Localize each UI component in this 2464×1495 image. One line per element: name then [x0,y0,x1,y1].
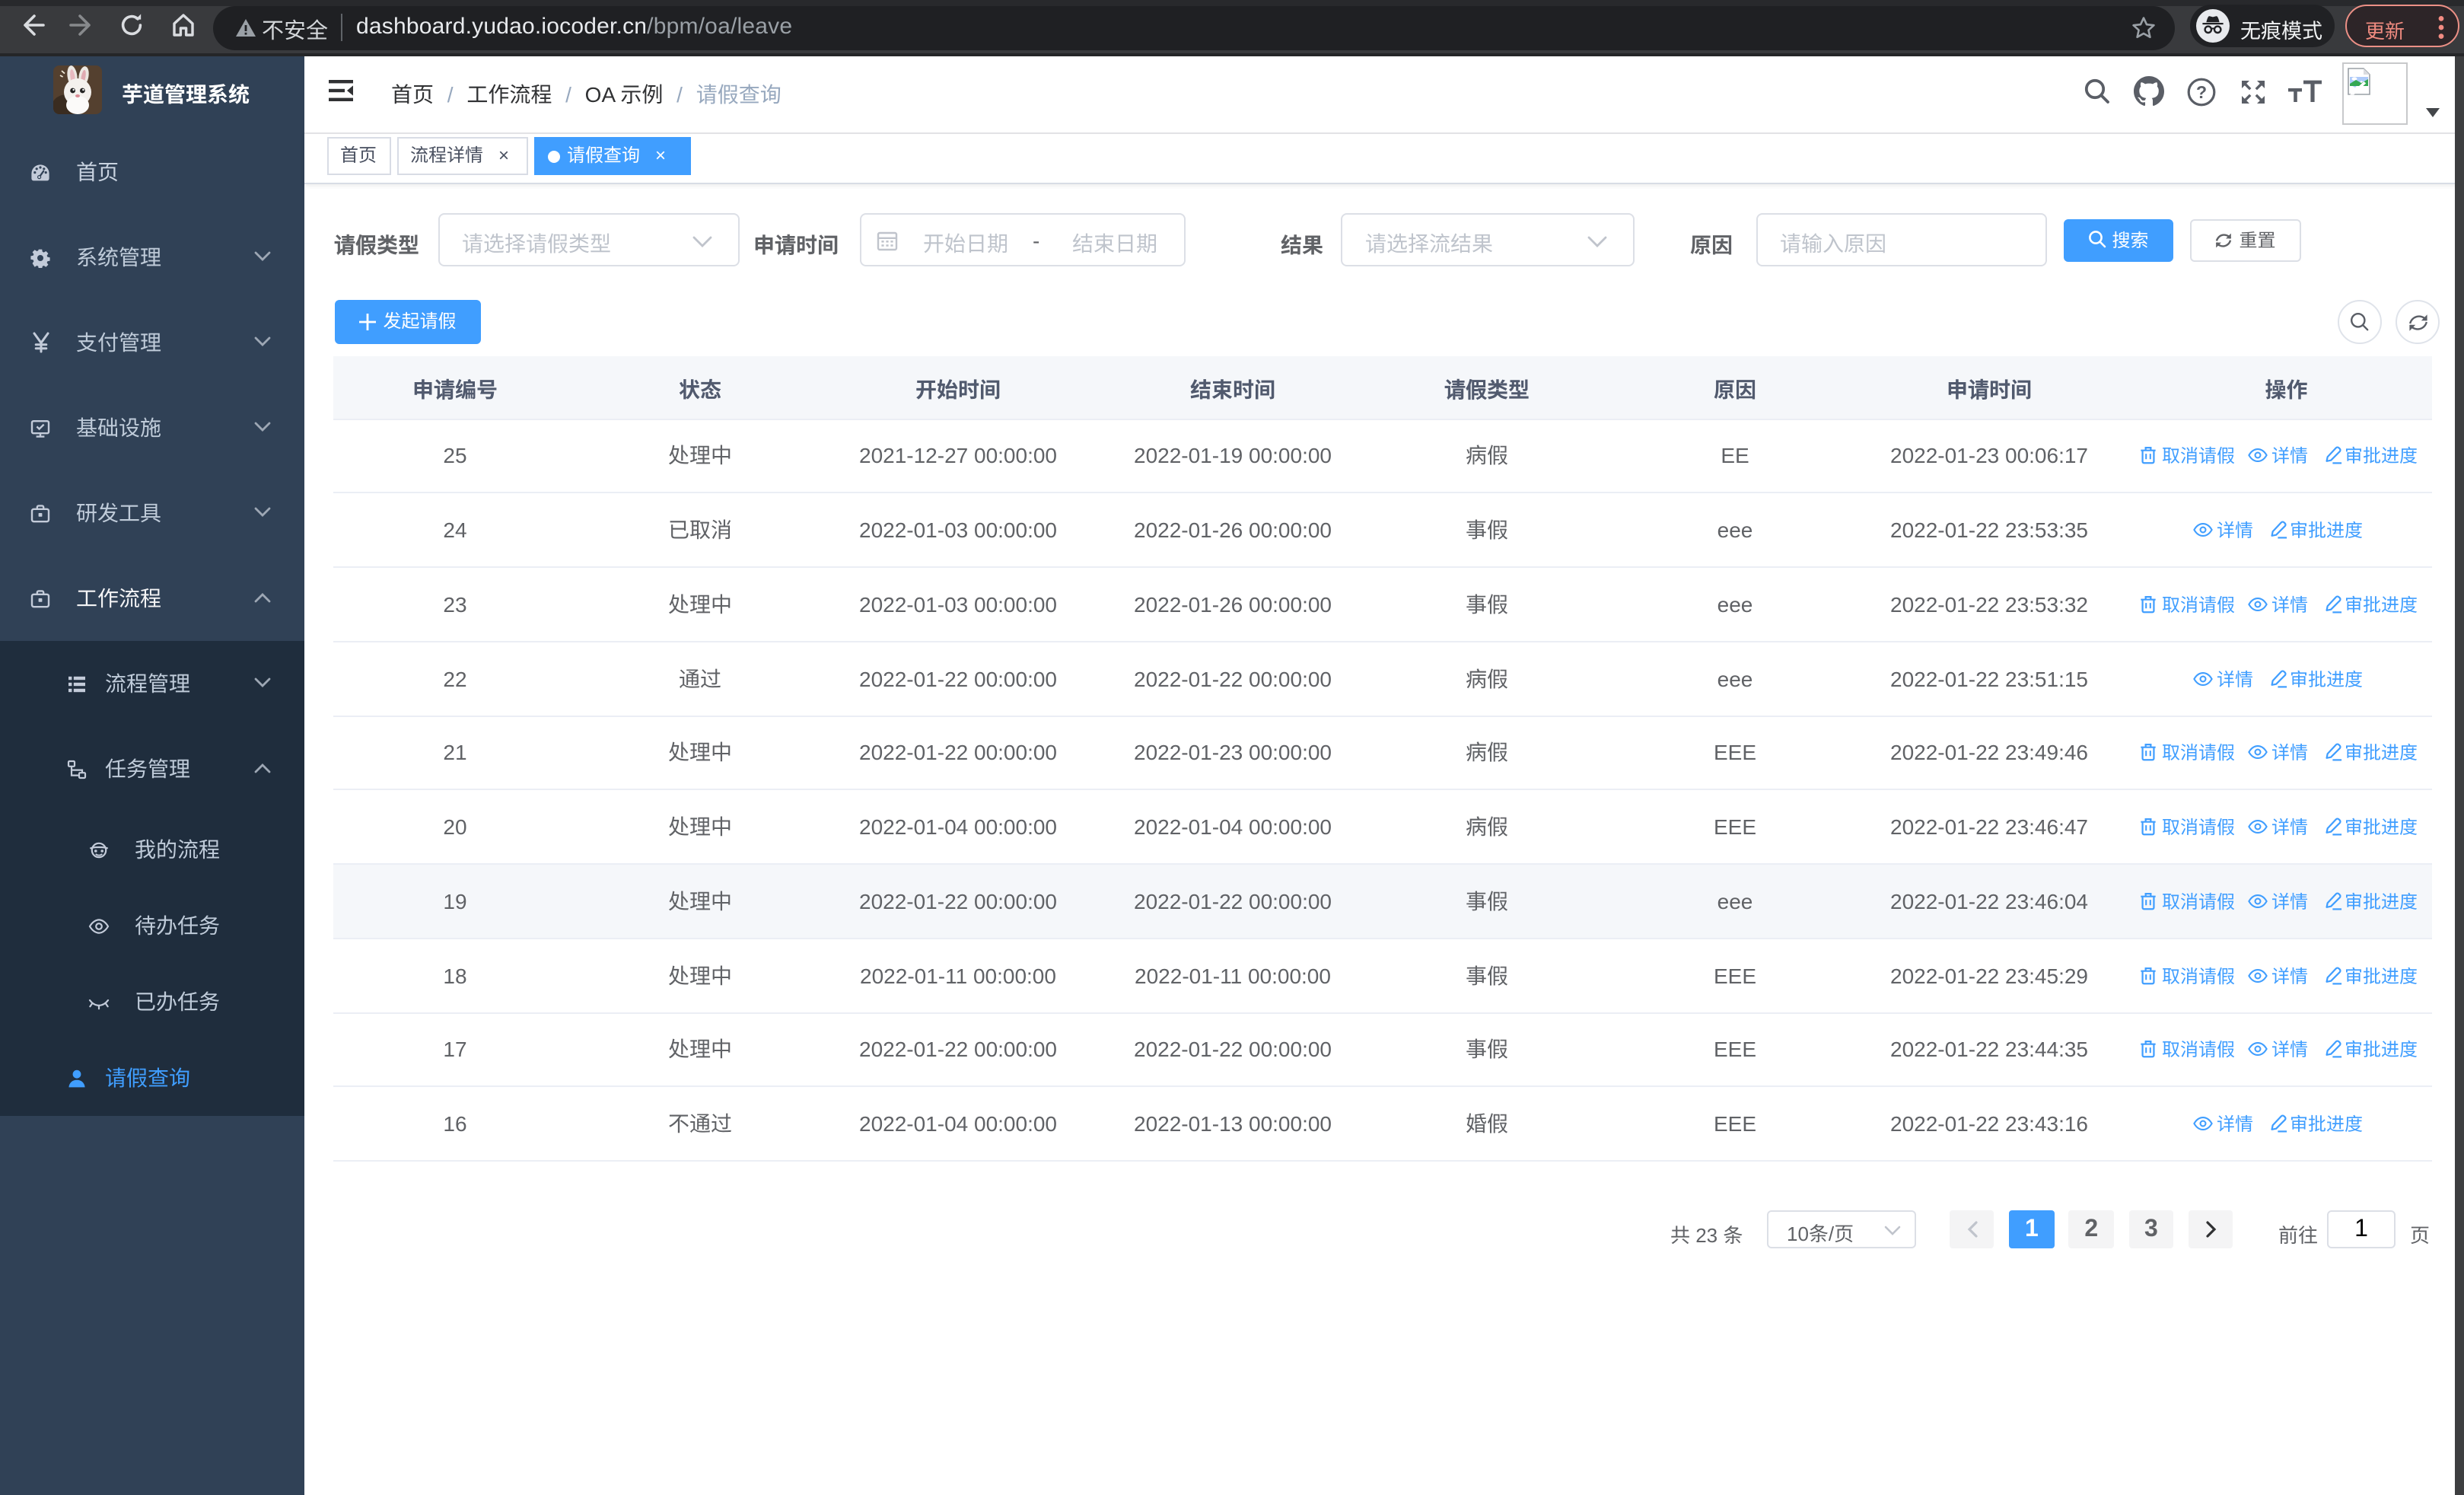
svg-text:?: ? [2195,81,2206,101]
